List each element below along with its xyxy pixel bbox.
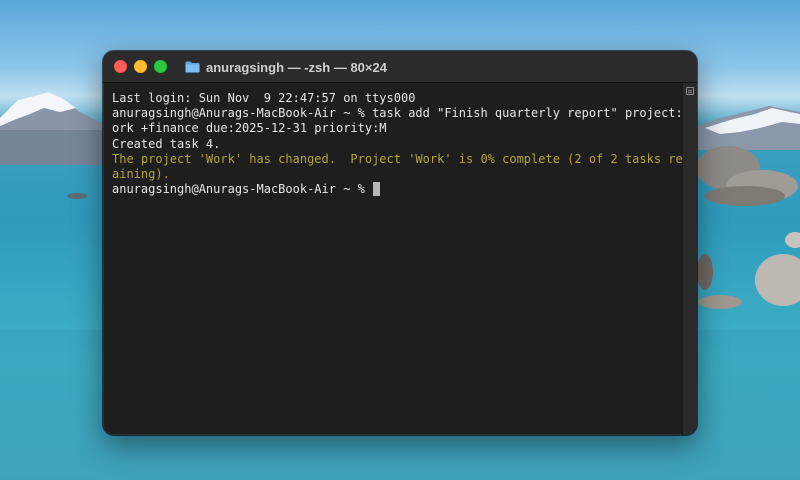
scrollbar[interactable] (682, 83, 697, 435)
folder-icon (185, 61, 200, 73)
terminal-line: anuragsingh@Anurags-MacBook-Air ~ % task… (112, 106, 690, 121)
prompt-line[interactable]: anuragsingh@Anurags-MacBook-Air ~ % (112, 182, 683, 197)
terminal-line: Last login: Sun Nov 9 22:47:57 on ttys00… (112, 91, 416, 105)
text-cursor (373, 182, 381, 197)
close-button[interactable] (114, 60, 127, 73)
terminal-line: ork +finance due:2025-12-31 priority:M (112, 121, 387, 136)
scroll-marker-icon[interactable] (686, 87, 694, 95)
terminal-line-warning: The project 'Work' has changed. Project … (112, 151, 690, 166)
terminal-output[interactable]: Last login: Sun Nov 9 22:47:57 on ttys00… (103, 83, 690, 435)
minimize-button[interactable] (134, 60, 147, 73)
terminal-line: Created task 4. (112, 136, 221, 151)
title-bar[interactable]: anuragsingh — -zsh — 80×24 (103, 51, 697, 83)
terminal-line-warning: aining). (112, 166, 170, 181)
window-title-text: anuragsingh — -zsh — 80×24 (206, 59, 387, 75)
zoom-button[interactable] (154, 60, 167, 73)
window-title: anuragsingh — -zsh — 80×24 (185, 58, 387, 76)
terminal-window[interactable]: anuragsingh — -zsh — 80×24 Last login: S… (103, 51, 697, 435)
prompt-text: anuragsingh@Anurags-MacBook-Air ~ % (112, 182, 373, 197)
